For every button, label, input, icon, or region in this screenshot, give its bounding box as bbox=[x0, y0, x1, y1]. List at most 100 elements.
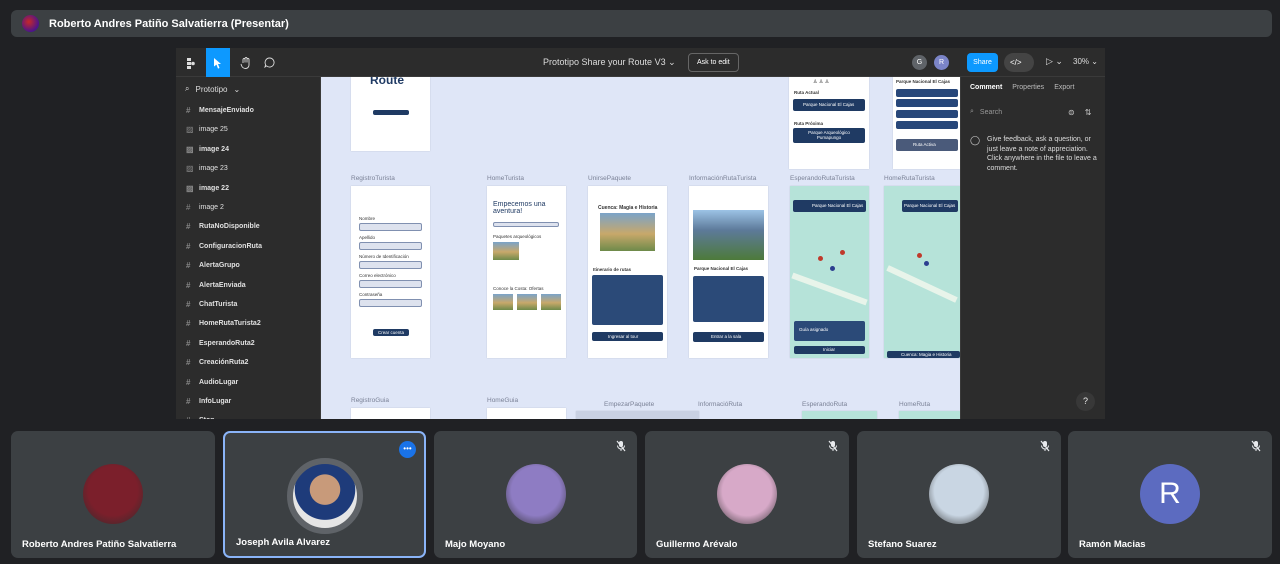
ruta-actual-frame[interactable]: ♙ ♙ ♙ Ruta Actual Parque Nacional El Caj… bbox=[789, 77, 869, 169]
move-tool-icon[interactable] bbox=[206, 48, 230, 77]
layer-item[interactable]: ▨ image 25 bbox=[186, 125, 228, 134]
ruta-activa-label: Ruta Activa bbox=[913, 142, 936, 147]
home-section-2: Conoce la Costa: Ofertas bbox=[493, 286, 544, 291]
participant-tile[interactable]: Joseph Avila Alvarez ••• bbox=[223, 431, 426, 558]
participant-tile[interactable]: Stefano Suarez bbox=[857, 431, 1061, 558]
tab-export[interactable]: Export bbox=[1054, 84, 1074, 91]
frame-icon: # bbox=[186, 397, 191, 406]
share-button[interactable]: Share bbox=[967, 53, 998, 72]
participant-tile[interactable]: Guillermo Arévalo bbox=[645, 431, 849, 558]
layer-item[interactable]: # MensajeEnviado bbox=[186, 106, 254, 115]
entrar-sala-label: Entrar a la sala bbox=[711, 334, 742, 339]
unirse-paquete-frame[interactable]: Cuenca: Magia e Historia Itinerario de r… bbox=[588, 186, 667, 358]
layer-item[interactable]: ▨ image 23 bbox=[186, 164, 228, 173]
chevron-down-icon: ⌄ bbox=[233, 84, 241, 94]
ask-to-edit-button[interactable]: Ask to edit bbox=[688, 53, 739, 72]
zoom-value: 30% bbox=[1073, 57, 1090, 66]
register-field-label: Correo electrónico bbox=[359, 273, 396, 278]
participant-name: Roberto Andres Patiño Salvatierra bbox=[22, 539, 177, 550]
layer-item[interactable]: # ConfiguracionRuta bbox=[186, 242, 262, 251]
frame-label: InformaciónRutaTurista bbox=[689, 175, 757, 182]
present-play-icon[interactable]: ▷ ⌄ bbox=[1046, 56, 1063, 67]
route-logo: Route bbox=[370, 77, 404, 87]
itinerary-table bbox=[592, 275, 663, 325]
comment-bubble-icon: ◯ bbox=[970, 135, 981, 145]
filter-icon[interactable]: ⊜ bbox=[1068, 108, 1075, 117]
ruta-actual-value: Parque Nacional El Cajas bbox=[803, 102, 855, 107]
collaborator-avatar-g[interactable]: G bbox=[912, 55, 927, 70]
layer-item[interactable]: # ChatTurista bbox=[186, 300, 237, 309]
empezar-paquete-frame[interactable] bbox=[576, 411, 699, 419]
tab-properties[interactable]: Properties bbox=[1012, 84, 1044, 91]
layer-item[interactable]: # AudioLugar bbox=[186, 378, 238, 387]
informacion-ruta-turista-frame[interactable]: Parque Nacional El Cajas Entrar a la sal… bbox=[689, 186, 768, 358]
home-ruta-turista-frame[interactable]: Parque Nacional El Cajas Cuenca: Magia e… bbox=[884, 186, 960, 358]
comment-search[interactable]: ⌕ Search bbox=[970, 108, 1002, 116]
layer-item[interactable]: # RutaNoDisponible bbox=[186, 222, 260, 231]
more-options-icon[interactable]: ••• bbox=[399, 441, 416, 458]
home-turista-frame[interactable]: Empecemos una aventura! Paquetes arqueol… bbox=[487, 186, 566, 358]
participant-tile[interactable]: R Ramón Macias bbox=[1068, 431, 1272, 558]
home-ruta-frame[interactable] bbox=[899, 411, 960, 419]
route-logo-frame[interactable]: Route bbox=[351, 77, 430, 151]
dev-mode-toggle[interactable]: </> bbox=[1004, 53, 1034, 72]
search-icon[interactable]: ⌕ bbox=[185, 84, 189, 94]
registro-turista-frame[interactable]: Nombre Apellido Número de Identificación Co… bbox=[351, 186, 430, 358]
register-field-input bbox=[359, 223, 422, 231]
layer-item[interactable]: # EsperandoRuta2 bbox=[186, 339, 255, 348]
register-field-label: Contraseña bbox=[359, 292, 383, 297]
participant-tile[interactable]: Roberto Andres Patiño Salvatierra bbox=[11, 431, 215, 558]
frame-label: EsperandoRuta bbox=[802, 401, 848, 408]
layer-item[interactable]: # InfoLugar bbox=[186, 397, 231, 406]
registro-guia-frame[interactable] bbox=[351, 408, 430, 419]
document-title[interactable]: Prototipo Share your Route V3 ⌄ bbox=[543, 57, 676, 68]
itinerary-row bbox=[896, 99, 958, 107]
layer-item[interactable]: # Stop bbox=[186, 416, 215, 419]
crear-cuenta-label: Crear cuenta bbox=[378, 330, 405, 335]
layer-item[interactable]: # AlertaEnviada bbox=[186, 281, 246, 290]
layer-item[interactable]: # CreaciónRuta2 bbox=[186, 358, 248, 367]
page-selector[interactable]: ⌕ Prototipo ⌄ bbox=[185, 84, 240, 94]
page-name: Prototipo bbox=[195, 84, 228, 94]
park-photo bbox=[693, 210, 764, 260]
participant-name: Stefano Suarez bbox=[868, 539, 937, 550]
layer-label: image 2 bbox=[199, 204, 224, 211]
image-icon: ▨ bbox=[186, 125, 194, 135]
help-button[interactable]: ? bbox=[1076, 392, 1095, 411]
zoom-level[interactable]: 30% ⌄ bbox=[1073, 57, 1098, 66]
collaborator-avatar-r[interactable]: R bbox=[934, 55, 949, 70]
tab-comment[interactable]: Comment bbox=[970, 84, 1002, 91]
register-field-input bbox=[359, 280, 422, 288]
ruta-actual-label: Ruta Actual bbox=[794, 90, 819, 95]
frame-icon: # bbox=[186, 319, 191, 329]
frame-icon: # bbox=[186, 106, 191, 115]
layer-item[interactable]: # HomeRutaTurista2 bbox=[186, 319, 261, 328]
layer-item[interactable]: ▨ image 24 bbox=[186, 145, 229, 154]
layer-item[interactable]: # image 2 bbox=[186, 203, 224, 212]
frame-icon: # bbox=[186, 377, 191, 387]
layer-label: RutaNoDisponible bbox=[199, 223, 260, 231]
layer-item[interactable]: # AlertaGrupo bbox=[186, 261, 240, 270]
esperando-ruta-frame[interactable] bbox=[802, 411, 877, 419]
frame-icon: # bbox=[186, 358, 191, 368]
search-placeholder: Search bbox=[979, 108, 1003, 116]
ruta-activa-frame[interactable]: Parque Nacional El Cajas Ruta Activa bbox=[893, 77, 960, 169]
figma-menu-icon[interactable] bbox=[180, 48, 202, 77]
frame-icon: # bbox=[186, 203, 191, 212]
presenter-avatar bbox=[22, 15, 39, 32]
settings-sliders-icon[interactable]: ⇅ bbox=[1085, 108, 1092, 117]
esperando-ruta-turista-frame[interactable]: Parque Nacional El Cajas Guía asignado I… bbox=[790, 186, 869, 358]
home-guia-frame[interactable] bbox=[487, 408, 566, 419]
figma-toolbar: Prototipo Share your Route V3 ⌄ Ask to e… bbox=[176, 48, 1105, 77]
design-canvas[interactable]: Route ♙ ♙ ♙ Ruta Actual Parque Nacional … bbox=[321, 77, 960, 419]
package-title: Cuenca: Magia e Historia bbox=[598, 205, 658, 211]
park-title-small: Parque Nacional El Cajas bbox=[896, 79, 951, 84]
comment-tool-icon[interactable] bbox=[258, 48, 280, 77]
mic-off-icon bbox=[1038, 440, 1052, 454]
participant-tile[interactable]: Majo Moyano bbox=[434, 431, 637, 558]
hand-tool-icon[interactable] bbox=[234, 48, 256, 77]
layer-item[interactable]: ▨ image 22 bbox=[186, 184, 229, 193]
avatar: R bbox=[1140, 464, 1200, 524]
home-route-bottom-label: Cuenca: Magia e Historia bbox=[901, 352, 952, 357]
layer-label: CreaciónRuta2 bbox=[199, 359, 249, 367]
